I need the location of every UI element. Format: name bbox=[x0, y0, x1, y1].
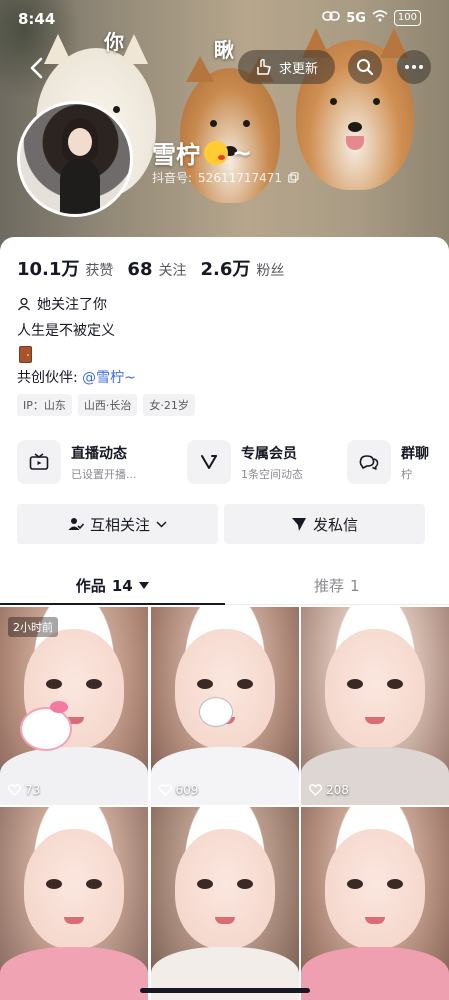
chevron-left-icon bbox=[30, 57, 43, 79]
shirt bbox=[0, 947, 148, 1000]
send-message-button[interactable]: 发私信 bbox=[224, 504, 425, 544]
nickname-text: 雪柠 bbox=[152, 141, 200, 169]
like-count: 73 bbox=[8, 783, 40, 797]
more-button[interactable] bbox=[397, 50, 431, 84]
stat-following[interactable]: 68 关注 bbox=[127, 259, 186, 280]
stat-label: 获赞 bbox=[85, 263, 114, 279]
douyin-id-label: 抖音号: bbox=[152, 171, 193, 185]
membership-entry[interactable]: 专属会员 1条空间动态 bbox=[187, 437, 337, 487]
douyin-id-value: 52611717471 bbox=[198, 170, 283, 185]
feature-entries: 直播动态 已设置开播... 专属会员 1条空间动态 群聊 柠 bbox=[17, 437, 449, 487]
tab-count: 1 bbox=[349, 576, 360, 595]
request-update-label: 求更新 bbox=[278, 61, 318, 77]
action-buttons: 互相关注 发私信 bbox=[17, 504, 425, 544]
like-count: 208 bbox=[309, 783, 349, 797]
profile-tags: IP：山东 山西·长治 女·21岁 bbox=[17, 394, 195, 416]
like-count-value: 208 bbox=[326, 783, 349, 797]
search-button[interactable] bbox=[348, 50, 382, 84]
hand-point-icon bbox=[257, 58, 271, 75]
stats-row: 10.1万 获赞 68 关注 2.6万 粉丝 bbox=[17, 255, 284, 281]
like-count-value: 609 bbox=[175, 783, 199, 797]
avatar[interactable] bbox=[17, 101, 133, 217]
more-dots-icon bbox=[405, 65, 423, 69]
co-creator: 共创伙伴: @雪柠~ bbox=[17, 367, 136, 387]
video-tile[interactable] bbox=[301, 807, 449, 1000]
mutual-follow-label: 互相关注 bbox=[89, 515, 150, 534]
entry-title: 群聊 bbox=[401, 445, 429, 462]
nickname-suffix: ~ bbox=[232, 138, 253, 167]
battery-icon: 100 bbox=[393, 10, 421, 26]
mutual-follow-button[interactable]: 互相关注 bbox=[17, 504, 218, 544]
entry-subtitle: 已设置开播... bbox=[71, 467, 137, 481]
group-chat-entry[interactable]: 群聊 柠 bbox=[347, 437, 447, 487]
video-tile[interactable] bbox=[0, 807, 148, 1000]
chat-icon bbox=[347, 440, 391, 484]
video-tile[interactable] bbox=[150, 807, 299, 1000]
chevron-down-icon bbox=[156, 520, 167, 528]
tag-ip: IP：山东 bbox=[17, 394, 72, 416]
request-update-button[interactable]: 求更新 bbox=[238, 50, 335, 84]
stat-value: 2.6万 bbox=[200, 259, 251, 280]
nickname: 雪柠 ~ bbox=[152, 135, 252, 170]
co-creator-label: 共创伙伴: bbox=[17, 370, 78, 386]
co-creator-link[interactable]: @雪柠~ bbox=[82, 370, 136, 386]
user-check-icon bbox=[68, 518, 84, 530]
like-count: 609 bbox=[158, 783, 199, 797]
tab-count: 14 bbox=[111, 576, 133, 595]
wifi-icon bbox=[372, 10, 388, 26]
follows-you: 她关注了你 bbox=[17, 294, 107, 314]
network-label: 5G bbox=[346, 10, 366, 26]
time-badge: 2小时前 bbox=[8, 617, 58, 637]
entry-title: 专属会员 bbox=[241, 445, 297, 462]
status-time: 8:44 bbox=[18, 10, 56, 28]
douyin-id[interactable]: 抖音号: 52611717471 bbox=[152, 169, 299, 186]
stat-value: 10.1万 bbox=[17, 259, 80, 280]
copy-icon[interactable] bbox=[288, 172, 299, 183]
search-icon bbox=[357, 59, 374, 76]
heart-icon bbox=[8, 784, 21, 796]
hello-kitty-sticker-icon bbox=[20, 701, 72, 751]
tab-label: 作品 bbox=[75, 577, 106, 595]
back-button[interactable] bbox=[18, 50, 54, 86]
video-tile[interactable]: 208 bbox=[301, 607, 449, 805]
entry-subtitle: 1条空间动态 bbox=[241, 467, 303, 481]
heart-icon bbox=[309, 784, 322, 796]
like-count-value: 73 bbox=[25, 783, 41, 797]
tab-label: 推荐 bbox=[313, 577, 344, 595]
send-message-label: 发私信 bbox=[312, 515, 358, 534]
caret-down-icon bbox=[138, 582, 149, 589]
send-icon bbox=[291, 518, 306, 531]
door-emoji-icon bbox=[19, 346, 32, 363]
banner-overlay-text: 瞅 bbox=[214, 38, 234, 62]
kiss-emoji-icon bbox=[204, 140, 228, 165]
entry-subtitle: 柠 bbox=[401, 467, 412, 481]
follows-you-text: 她关注了你 bbox=[37, 297, 107, 313]
stat-label: 关注 bbox=[158, 263, 187, 279]
tab-recommended[interactable]: 推荐 1 bbox=[225, 567, 449, 604]
heart-icon bbox=[158, 784, 172, 796]
entry-title: 直播动态 bbox=[71, 445, 127, 462]
tv-icon bbox=[17, 440, 61, 484]
banner-overlay-text: 你 bbox=[104, 30, 124, 54]
live-updates-entry[interactable]: 直播动态 已设置开播... bbox=[17, 437, 177, 487]
stat-value: 68 bbox=[127, 259, 153, 280]
video-grid: 2小时前 73 609 208 bbox=[0, 607, 449, 1000]
user-icon bbox=[17, 297, 31, 311]
tag-gender-age: 女·21岁 bbox=[143, 394, 195, 416]
home-indicator[interactable] bbox=[140, 988, 310, 993]
stat-likes[interactable]: 10.1万 获赞 bbox=[17, 255, 113, 281]
status-icons: 5G 100 bbox=[322, 10, 421, 26]
tag-location: 山西·长治 bbox=[77, 394, 138, 416]
vip-icon bbox=[187, 440, 231, 484]
content-tabs: 作品 14 推荐 1 bbox=[0, 567, 449, 605]
tab-works[interactable]: 作品 14 bbox=[0, 567, 225, 605]
stat-followers[interactable]: 2.6万 粉丝 bbox=[200, 255, 284, 281]
link-icon bbox=[322, 10, 340, 26]
video-tile[interactable]: 609 bbox=[150, 607, 299, 805]
shirt bbox=[301, 947, 449, 1000]
video-tile[interactable]: 2小时前 73 bbox=[0, 607, 148, 805]
bio-text: 人生是不被定义 bbox=[17, 323, 115, 339]
stat-label: 粉丝 bbox=[256, 263, 285, 279]
sticker-icon bbox=[198, 697, 233, 727]
